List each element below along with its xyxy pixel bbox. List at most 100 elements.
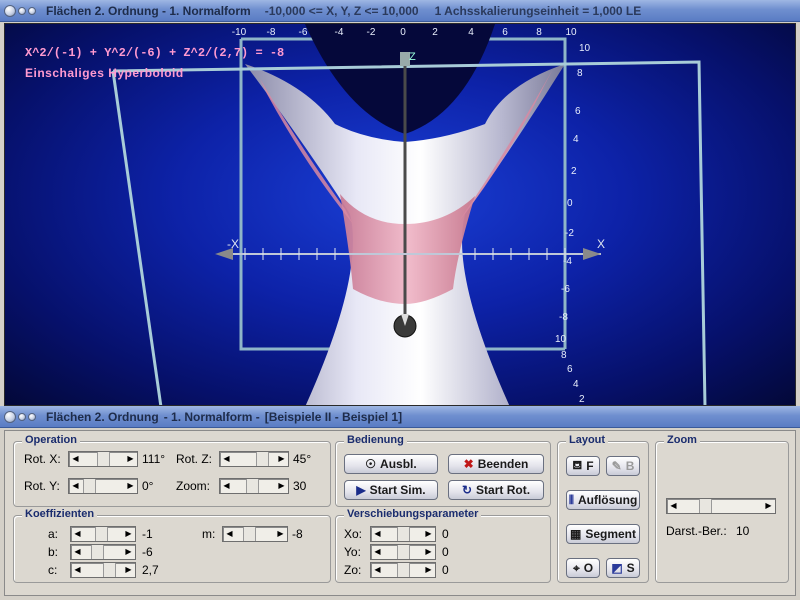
slider-right-arrow-icon[interactable]: ▶ (275, 479, 288, 493)
slider-thumb[interactable] (243, 527, 256, 541)
slider-right-arrow-icon[interactable]: ▶ (274, 527, 287, 541)
paint-bucket-icon: ⛾ (572, 458, 583, 472)
right-tick-label: -6 (561, 284, 570, 295)
style-button[interactable]: ◩ S (606, 558, 640, 578)
slider-left-arrow-icon[interactable]: ◀ (69, 479, 82, 493)
window-control-button[interactable] (18, 412, 26, 421)
start-rotation-button[interactable]: ↻ Start Rot. (448, 480, 544, 500)
fill-button[interactable]: ⛾ F (566, 456, 600, 476)
top-tick-label: -6 (299, 27, 308, 38)
slider-right-arrow-icon[interactable]: ▶ (422, 563, 435, 577)
top-tick-label: 4 (468, 27, 474, 38)
rot-x-slider[interactable]: ◀ ▶ (68, 451, 138, 467)
right-tick-label: 2 (579, 394, 585, 405)
zoom-slider[interactable]: ◀ ▶ (219, 478, 289, 494)
slider-right-arrow-icon[interactable]: ▶ (124, 452, 137, 466)
right-tick-label: 10 (555, 334, 567, 345)
start-simulation-button[interactable]: ▶ Start Sim. (344, 480, 438, 500)
slider-thumb[interactable] (246, 479, 259, 493)
window-control-button[interactable] (4, 4, 16, 17)
range-slider[interactable]: ◀ ▶ (666, 498, 776, 514)
slider-thumb[interactable] (397, 545, 410, 559)
slider-left-arrow-icon[interactable]: ◀ (371, 527, 384, 541)
slider-right-arrow-icon[interactable]: ▶ (422, 527, 435, 541)
coef-a-label: a: (48, 527, 59, 541)
top-tick-label: 6 (502, 27, 508, 38)
3d-view[interactable]: Z -X X -10 -8 -6 -4 -2 0 2 4 6 8 10 10 8… (4, 23, 796, 406)
slider-left-arrow-icon[interactable]: ◀ (371, 545, 384, 559)
slider-left-arrow-icon[interactable]: ◀ (223, 527, 236, 541)
segment-button[interactable]: ▦ Segment (566, 524, 640, 544)
slider-thumb[interactable] (699, 499, 712, 513)
panel-subtitle: - 1. Normalform - (163, 409, 260, 424)
rot-y-slider[interactable]: ◀ ▶ (68, 478, 138, 494)
yo-value: 0 (442, 545, 449, 559)
yo-slider[interactable]: ◀ ▶ (370, 544, 436, 560)
right-tick-label: -4 (563, 256, 572, 267)
slider-right-arrow-icon[interactable]: ▶ (275, 452, 288, 466)
top-tick-label: 2 (432, 27, 438, 38)
slider-left-arrow-icon[interactable]: ◀ (71, 563, 84, 577)
play-icon: ▶ (356, 483, 366, 497)
rot-z-slider[interactable]: ◀ ▶ (219, 451, 289, 467)
slider-thumb[interactable] (97, 452, 110, 466)
right-tick-label: -8 (559, 312, 568, 323)
slider-thumb[interactable] (397, 527, 410, 541)
main-titlebar: Flächen 2. Ordnung - 1. Normalform -10,0… (0, 0, 800, 22)
slider-left-arrow-icon[interactable]: ◀ (667, 499, 680, 513)
right-tick-label: 2 (571, 166, 577, 177)
slider-left-arrow-icon[interactable]: ◀ (371, 563, 384, 577)
rot-y-label: Rot. Y: (24, 479, 60, 493)
slider-right-arrow-icon[interactable]: ▶ (122, 545, 135, 559)
right-tick-label: 8 (561, 350, 567, 361)
coef-a-slider[interactable]: ◀ ▶ (70, 526, 136, 542)
slider-right-arrow-icon[interactable]: ▶ (762, 499, 775, 513)
slider-left-arrow-icon[interactable]: ◀ (69, 452, 82, 466)
window-control-button[interactable] (4, 410, 16, 423)
resolution-button[interactable]: ⦀ Auflösung (566, 490, 640, 510)
slider-thumb[interactable] (397, 563, 410, 577)
slider-thumb[interactable] (95, 527, 108, 541)
brush-button[interactable]: ✎ B (606, 456, 640, 476)
right-tick-label: 4 (573, 379, 579, 390)
xo-slider[interactable]: ◀ ▶ (370, 526, 436, 542)
slider-right-arrow-icon[interactable]: ▶ (122, 527, 135, 541)
slider-left-arrow-icon[interactable]: ◀ (71, 545, 84, 559)
coef-a-value: -1 (142, 527, 153, 541)
top-tick-label: -4 (335, 27, 344, 38)
zo-value: 0 (442, 563, 449, 577)
slider-left-arrow-icon[interactable]: ◀ (71, 527, 84, 541)
coef-b-slider[interactable]: ◀ ▶ (70, 544, 136, 560)
coef-m-value: -8 (292, 527, 303, 541)
brush-icon: ✎ (611, 459, 622, 473)
surface-name: Einschaliges Hyperboloid (25, 66, 184, 80)
grid-icon: ▦ (569, 527, 582, 541)
slider-right-arrow-icon[interactable]: ▶ (122, 563, 135, 577)
slider-thumb[interactable] (103, 563, 116, 577)
window-control-button[interactable] (18, 6, 26, 15)
coef-m-slider[interactable]: ◀ ▶ (222, 526, 288, 542)
range-value: 10 (736, 524, 750, 538)
panel-titlebar: Flächen 2. Ordnung - 1. Normalform - [Be… (0, 406, 800, 428)
slider-left-arrow-icon[interactable]: ◀ (220, 479, 233, 493)
slider-thumb[interactable] (83, 479, 96, 493)
slider-right-arrow-icon[interactable]: ▶ (124, 479, 137, 493)
panel-title: Flächen 2. Ordnung (46, 409, 159, 424)
window-range: -10,000 <= X, Y, Z <= 10,000 (264, 3, 419, 18)
window-control-button[interactable] (28, 6, 36, 15)
slider-right-arrow-icon[interactable]: ▶ (422, 545, 435, 559)
coef-c-slider[interactable]: ◀ ▶ (70, 562, 136, 578)
panel-example: [Beispiele II - Beispiel 1] (264, 409, 403, 424)
eye-icon: ☉ (365, 457, 377, 471)
brush-button-label: B (625, 459, 635, 473)
slider-thumb[interactable] (256, 452, 269, 466)
hide-button[interactable]: ☉ Ausbl. (344, 454, 438, 474)
slider-thumb[interactable] (91, 545, 104, 559)
zo-slider[interactable]: ◀ ▶ (370, 562, 436, 578)
coefficients-group: Koeffizienten a: ◀ ▶ -1 m: ◀ ▶ -8 b: ◀ ▶… (13, 508, 331, 583)
bedienung-group: Bedienung ☉ Ausbl. ✖ Beenden ▶ Start Sim… (335, 434, 551, 507)
slider-left-arrow-icon[interactable]: ◀ (220, 452, 233, 466)
origin-button[interactable]: ⌖ O (566, 558, 600, 578)
quit-button[interactable]: ✖ Beenden (448, 454, 544, 474)
window-control-button[interactable] (28, 412, 36, 421)
